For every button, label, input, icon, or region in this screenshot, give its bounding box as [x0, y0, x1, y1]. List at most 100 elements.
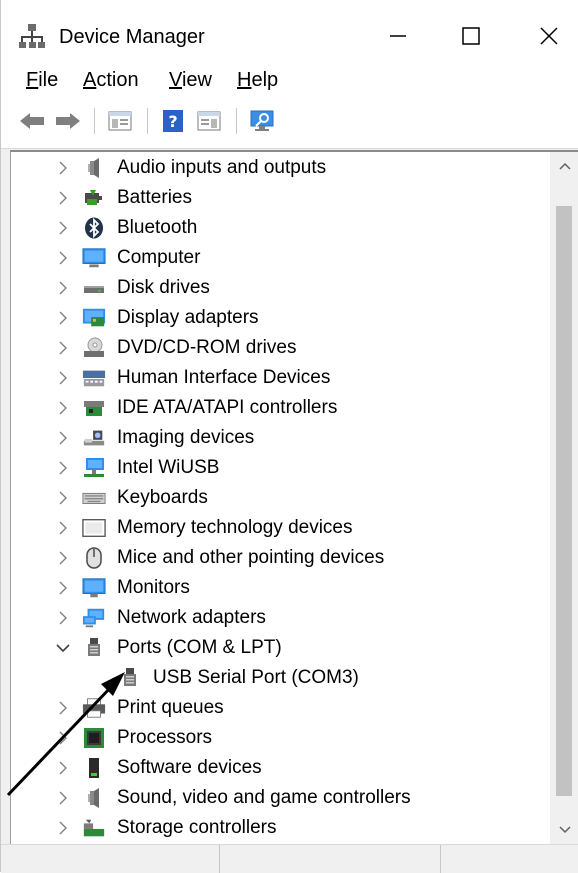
toolbar: ? [1, 98, 578, 149]
chevron-right-icon[interactable] [54, 183, 72, 213]
scan-hardware-button[interactable] [248, 106, 278, 136]
close-icon [540, 27, 558, 45]
window-title: Device Manager [59, 26, 205, 48]
tree-item-label: Sound, video and game controllers [117, 787, 411, 808]
speaker-icon [82, 157, 106, 179]
tree-category-item[interactable]: Intel WiUSB [11, 453, 551, 483]
tree-category-item[interactable]: Software devices [11, 753, 551, 783]
tree-category-item[interactable]: Imaging devices [11, 423, 551, 453]
battery-icon [82, 187, 106, 209]
tree-category-item[interactable]: Keyboards [11, 483, 551, 513]
help-button[interactable]: ? [158, 106, 188, 136]
tree-item-label: Ports (COM & LPT) [117, 637, 282, 658]
tree-item-label: Intel WiUSB [117, 457, 220, 478]
tree-category-item[interactable]: Audio inputs and outputs [11, 153, 551, 183]
network-monitor-icon [82, 457, 106, 479]
svg-text:?: ? [168, 112, 177, 131]
tree-item-label: Human Interface Devices [117, 367, 331, 388]
chevron-right-icon[interactable] [54, 813, 72, 843]
properties-panel-button[interactable] [194, 106, 224, 136]
tree-category-item[interactable]: Display adapters [11, 303, 551, 333]
chevron-right-icon[interactable] [54, 573, 72, 603]
tree-item-label: IDE ATA/ATAPI controllers [117, 397, 338, 418]
tree-item-label: Bluetooth [117, 217, 198, 238]
menu-view-label: iew [181, 69, 212, 91]
chevron-right-icon[interactable] [54, 273, 72, 303]
chevron-right-icon[interactable] [54, 783, 72, 813]
minimize-icon [390, 35, 406, 37]
hid-icon [82, 367, 106, 389]
chevron-right-icon[interactable] [54, 723, 72, 753]
dvd-drive-icon [82, 337, 106, 359]
device-tree: Audio inputs and outputs Batteries Bluetoo… [10, 150, 578, 844]
chevron-right-icon[interactable] [54, 303, 72, 333]
tree-category-item[interactable]: Storage controllers [11, 813, 551, 843]
tree-item-label: Storage controllers [117, 817, 277, 838]
chevron-down-icon[interactable] [54, 633, 72, 663]
tree-category-item[interactable]: Processors [11, 723, 551, 753]
tree-child-item[interactable]: USB Serial Port (COM3) [11, 663, 551, 693]
chevron-right-icon[interactable] [54, 693, 72, 723]
chevron-right-icon[interactable] [54, 153, 72, 183]
menu-file[interactable]: File [26, 67, 58, 93]
tree-category-item[interactable]: IDE ATA/ATAPI controllers [11, 393, 551, 423]
tree-item-label: Audio inputs and outputs [117, 157, 327, 178]
chevron-right-icon[interactable] [54, 543, 72, 573]
show-hide-tree-button[interactable] [105, 106, 135, 136]
tree-category-item[interactable]: Memory technology devices [11, 513, 551, 543]
storage-controller-icon [82, 817, 106, 839]
ide-controller-icon [82, 397, 106, 419]
tree-item-label: Memory technology devices [117, 517, 353, 538]
tree-category-item[interactable]: Disk drives [11, 273, 551, 303]
back-button[interactable] [17, 106, 47, 136]
toolbar-separator [94, 108, 95, 134]
scroll-down-button[interactable] [550, 818, 578, 842]
maximize-button[interactable] [451, 18, 491, 54]
menu-view[interactable]: View [169, 67, 212, 93]
vertical-scrollbar[interactable] [550, 152, 578, 844]
scroll-up-button[interactable] [550, 154, 578, 178]
menu-action[interactable]: Action [83, 67, 139, 93]
chevron-right-icon[interactable] [54, 453, 72, 483]
tree-category-item[interactable]: DVD/CD-ROM drives [11, 333, 551, 363]
computer-icon [82, 247, 106, 269]
back-arrow-icon [20, 113, 44, 129]
chevron-right-icon[interactable] [54, 423, 72, 453]
tree-category-item[interactable]: Bluetooth [11, 213, 551, 243]
speaker-icon [82, 787, 106, 809]
close-button[interactable] [529, 18, 569, 54]
chevron-right-icon[interactable] [54, 333, 72, 363]
chevron-up-icon [558, 162, 571, 170]
chevron-right-icon[interactable] [54, 213, 72, 243]
chevron-right-icon[interactable] [54, 243, 72, 273]
tree-category-item[interactable]: Computer [11, 243, 551, 273]
monitor-icon [82, 577, 106, 599]
tree-category-item[interactable]: Mice and other pointing devices [11, 543, 551, 573]
chevron-right-icon[interactable] [54, 603, 72, 633]
port-icon [118, 667, 142, 689]
tree-category-item[interactable]: Batteries [11, 183, 551, 213]
menu-action-label: ction [96, 69, 139, 91]
processor-icon [82, 727, 106, 749]
menu-help-label: elp [251, 69, 279, 91]
scrollbar-thumb[interactable] [556, 206, 572, 796]
chevron-right-icon[interactable] [54, 753, 72, 783]
title-bar[interactable]: Device Manager [1, 0, 578, 62]
minimize-button[interactable] [378, 18, 418, 54]
forward-button[interactable] [53, 106, 83, 136]
menu-help[interactable]: Help [237, 67, 278, 93]
tree-category-item[interactable]: Sound, video and game controllers [11, 783, 551, 813]
maximize-icon [462, 27, 480, 45]
chevron-right-icon[interactable] [54, 483, 72, 513]
tree-item-label: Imaging devices [117, 427, 255, 448]
tree-category-item[interactable]: Network adapters [11, 603, 551, 633]
tree-category-item[interactable]: Print queues [11, 693, 551, 723]
status-bar [1, 844, 578, 873]
tree-category-item[interactable]: Human Interface Devices [11, 363, 551, 393]
tree-category-item[interactable]: Ports (COM & LPT) [11, 633, 551, 663]
chevron-right-icon[interactable] [54, 363, 72, 393]
chevron-right-icon[interactable] [54, 513, 72, 543]
chevron-right-icon[interactable] [54, 393, 72, 423]
tree-category-item[interactable]: Monitors [11, 573, 551, 603]
toolbar-separator [236, 108, 237, 134]
